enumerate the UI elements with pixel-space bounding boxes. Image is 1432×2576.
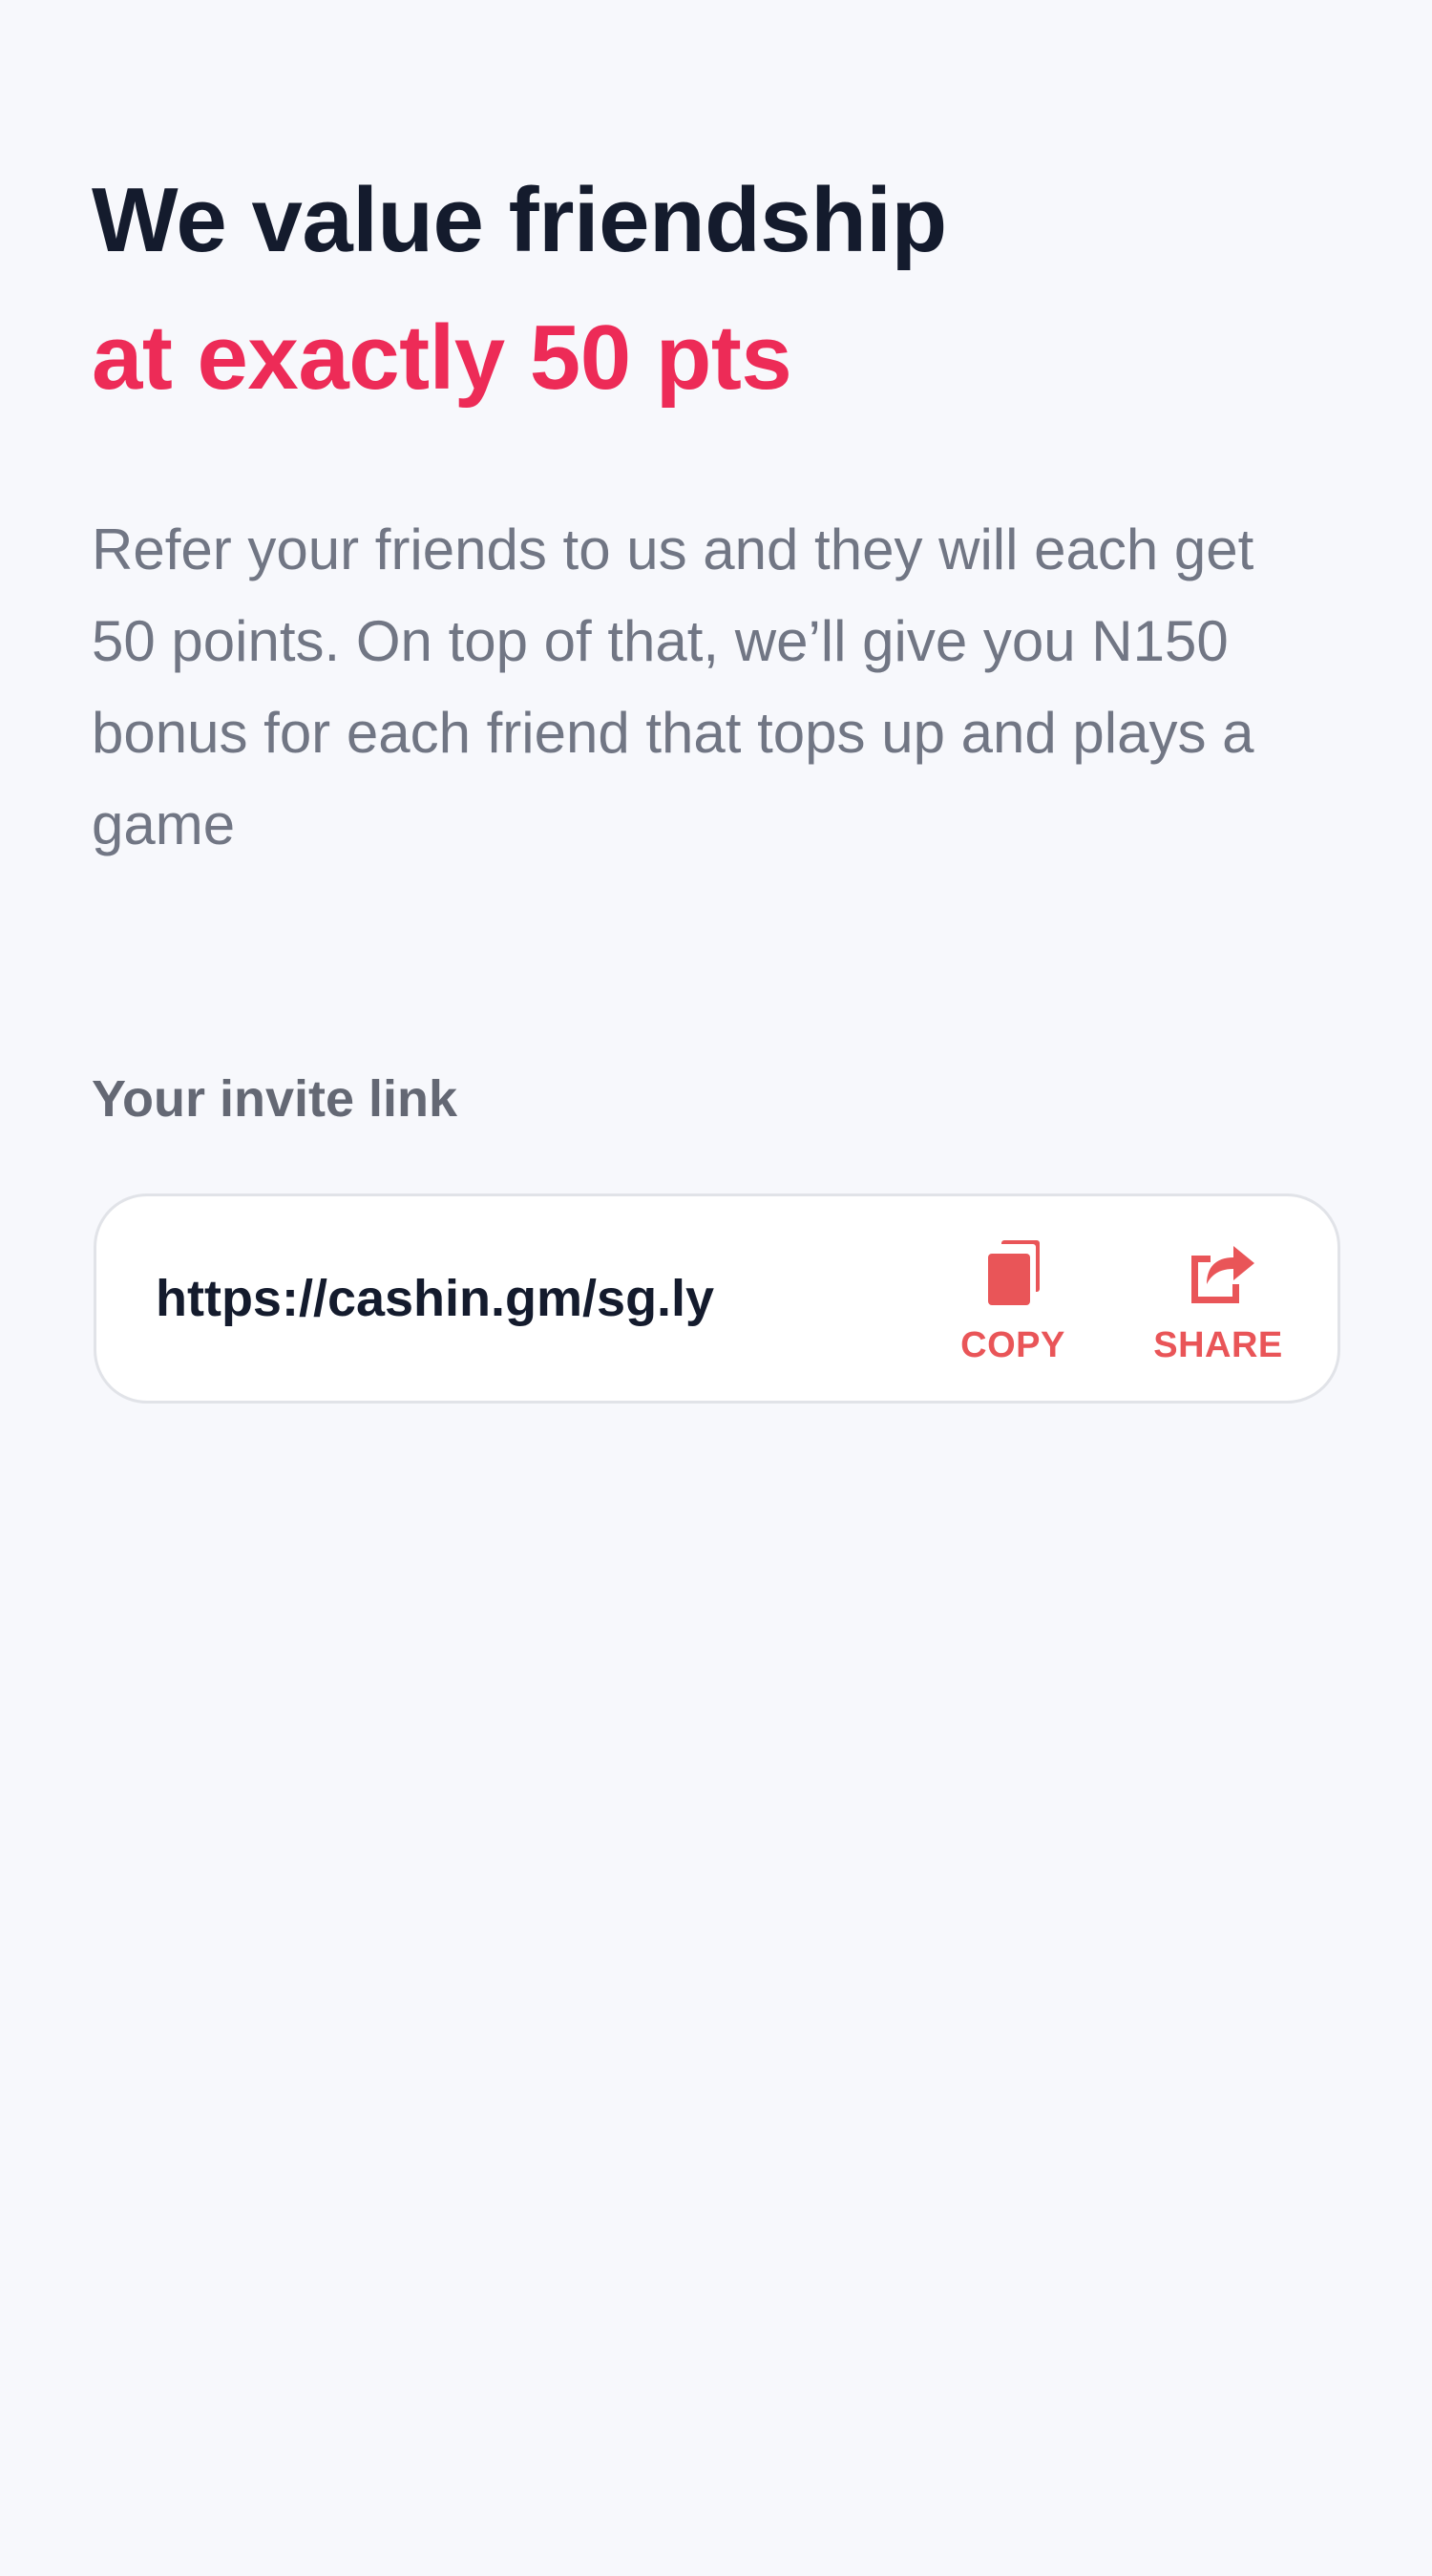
copy-button[interactable]: COPY (937, 1231, 1089, 1366)
invite-link-box: https://cashin.gm/sg.ly COPY SHARE (94, 1193, 1340, 1404)
copy-label: COPY (960, 1325, 1065, 1365)
share-icon (1191, 1246, 1254, 1303)
referral-page: We value friendship at exactly 50 pts Re… (0, 0, 1432, 2576)
page-title: We value friendship (92, 169, 947, 271)
copy-icon (988, 1240, 1040, 1305)
page-subtitle-accent: at exactly 50 pts (92, 306, 792, 409)
share-button[interactable]: SHARE (1137, 1231, 1299, 1366)
invite-link-label: Your invite link (92, 1070, 458, 1128)
referral-description: Refer your friends to us and they will e… (92, 517, 1254, 856)
invite-link-text[interactable]: https://cashin.gm/sg.ly (156, 1268, 714, 1329)
share-label: SHARE (1153, 1325, 1283, 1365)
